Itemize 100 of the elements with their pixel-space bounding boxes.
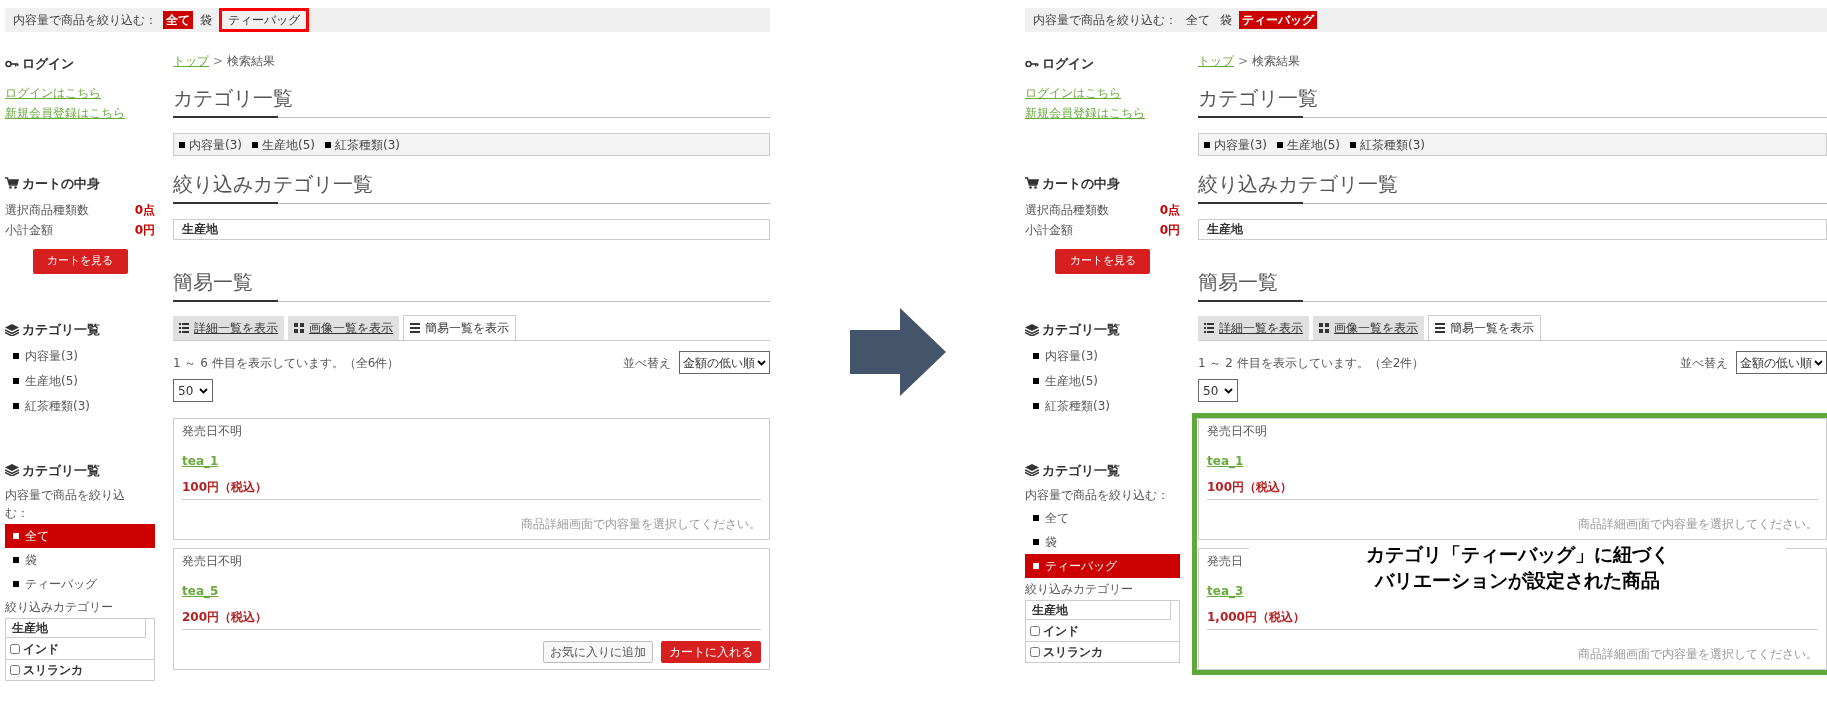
sort-label: 並べ替え [623, 354, 671, 372]
sidebar-heading: カテゴリ一覧 [1042, 461, 1120, 480]
checkbox-label: スリランカ [23, 662, 83, 679]
filter-option[interactable]: ティーバッグ [1239, 11, 1317, 29]
view-tab[interactable]: 簡易一覧を表示 [1428, 315, 1541, 340]
sidebar-heading: ログイン [22, 55, 74, 73]
filter-label: 内容量で商品を絞り込む： [13, 12, 157, 29]
favorite-button[interactable]: お気に入りに追加 [543, 641, 653, 663]
product-price: 200円（税込） [182, 608, 761, 630]
grid-icon [1319, 323, 1329, 333]
category-item[interactable]: 紅茶種類(3) [1025, 393, 1180, 419]
per-page-select[interactable]: 50 [173, 379, 214, 402]
view-tab[interactable]: 簡易一覧を表示 [403, 315, 516, 340]
category-item[interactable]: 生産地(5) [5, 368, 155, 394]
chevron-down-icon [199, 387, 209, 394]
result-count: 1 ～ 2 件目を表示しています。（全2件） [1198, 354, 1425, 372]
section-heading: カテゴリ一覧 [1198, 85, 1319, 112]
category-item[interactable]: 内容量(3) [1025, 343, 1180, 369]
section-heading: 簡易一覧 [173, 269, 254, 296]
layers-icon [5, 323, 19, 336]
sidebar-heading: カートの中身 [1042, 174, 1120, 193]
select-hint: 商品詳細画面で内容量を選択してください。 [1578, 516, 1818, 533]
category-item[interactable]: ティーバッグ [1025, 554, 1180, 578]
sort-select[interactable]: 金額の低い順 [1736, 351, 1827, 374]
filter-label: 内容量で商品を絞り込む： [1033, 12, 1177, 29]
release-date: 発売日 [1207, 553, 1243, 570]
category-item[interactable]: 紅茶種類(3) [5, 393, 155, 419]
chevron-down-icon [1814, 359, 1823, 366]
filter-label: 内容量で商品を絞り込む： [1025, 487, 1170, 504]
cart-value: 0円 [1159, 222, 1180, 239]
key-icon [5, 58, 19, 69]
category-chip[interactable]: 内容量(3) [1204, 135, 1267, 154]
product-price: 100円（税込） [1207, 478, 1818, 500]
sidebar-heading: カートの中身 [22, 174, 100, 193]
filter-value: 生産地 [1198, 219, 1827, 240]
filter-value: 生産地 [173, 219, 770, 240]
checkbox[interactable] [10, 665, 20, 675]
per-page-select[interactable]: 50 [1198, 379, 1239, 402]
sidebar-heading: カテゴリ一覧 [22, 461, 100, 480]
checkbox[interactable] [1030, 625, 1040, 636]
checkbox-label: インド [1043, 622, 1079, 640]
breadcrumb-current: 検索結果 [1252, 53, 1301, 70]
sort-select[interactable]: 金額の低い順 [679, 351, 770, 374]
release-date: 発売日不明 [182, 423, 242, 440]
category-chip[interactable]: 生産地(5) [1277, 135, 1340, 154]
release-date: 発売日不明 [1207, 423, 1267, 440]
checkbox[interactable] [1030, 647, 1040, 657]
filter-label: 内容量で商品を絞り込む： [5, 487, 126, 522]
section-heading: 簡易一覧 [1198, 269, 1279, 296]
category-item[interactable]: 袋 [1025, 530, 1180, 554]
filter-option[interactable]: 袋 [1217, 11, 1235, 29]
cart-value: 0点 [134, 202, 155, 219]
section-heading: カテゴリ一覧 [173, 85, 294, 112]
sidebar-heading: カテゴリ一覧 [1042, 321, 1120, 339]
select-hint: 商品詳細画面で内容量を選択してください。 [1578, 646, 1818, 663]
layers-icon [5, 464, 19, 477]
sidebar-heading: ログイン [1042, 55, 1094, 73]
breadcrumb-current: 検索結果 [227, 53, 276, 70]
menu-icon [1435, 323, 1445, 333]
cart-label: 小計金額 [1025, 222, 1073, 239]
filter-option[interactable]: 袋 [197, 11, 215, 29]
menu-icon [410, 323, 420, 333]
add-to-cart-button[interactable]: カートに入れる [661, 641, 761, 663]
section-heading: 絞り込みカテゴリ一覧 [1198, 171, 1399, 198]
chevron-down-icon [757, 359, 766, 366]
chevron-down-icon [1224, 387, 1234, 394]
result-count: 1 ～ 6 件目を表示しています。（全6件） [173, 354, 400, 372]
filter-option[interactable]: 全て [1183, 11, 1213, 29]
category-item[interactable]: 全て [1025, 506, 1180, 530]
category-item[interactable]: 内容量(3) [5, 343, 155, 369]
annotation-text: バリエーションが設定された商品 [1375, 568, 1660, 593]
cart-label: 選択商品種類数 [5, 202, 89, 219]
filter-subtitle: 絞り込みカテゴリー [1025, 581, 1134, 598]
product-price: 1,000円（税込） [1207, 608, 1818, 630]
checkbox-label: スリランカ [1043, 644, 1103, 661]
cart-label: 小計金額 [5, 222, 53, 239]
view-cart-button[interactable]: カートを見る [1055, 249, 1150, 274]
cart-icon [5, 177, 19, 190]
category-item[interactable]: ティーバッグ [5, 572, 155, 596]
grid-icon [294, 323, 304, 333]
category-chip[interactable]: 内容量(3) [179, 135, 242, 154]
checkbox[interactable] [10, 643, 20, 654]
annotation-text: カテゴリ「ティーバッグ」に紐づく [1365, 542, 1670, 567]
category-item[interactable]: 全て [5, 524, 155, 548]
category-chip[interactable]: 紅茶種類(3) [325, 135, 400, 154]
filter-option[interactable]: ティーバッグ [219, 8, 309, 32]
category-chip[interactable]: 紅茶種類(3) [1350, 135, 1425, 154]
key-icon [1025, 58, 1039, 69]
category-item[interactable]: 袋 [5, 548, 155, 572]
cart-label: 選択商品種類数 [1025, 202, 1109, 219]
category-chip[interactable]: 生産地(5) [252, 135, 315, 154]
category-item[interactable]: 生産地(5) [1025, 368, 1180, 394]
sort-label: 並べ替え [1680, 354, 1728, 372]
cart-value: 0点 [1159, 202, 1180, 219]
view-cart-button[interactable]: カートを見る [32, 249, 128, 274]
list-icon [179, 323, 189, 333]
layers-icon [1025, 323, 1039, 336]
checkbox-label: インド [23, 640, 59, 658]
filter-option[interactable]: 全て [163, 11, 193, 29]
group-label: 生産地 [1026, 601, 1171, 620]
